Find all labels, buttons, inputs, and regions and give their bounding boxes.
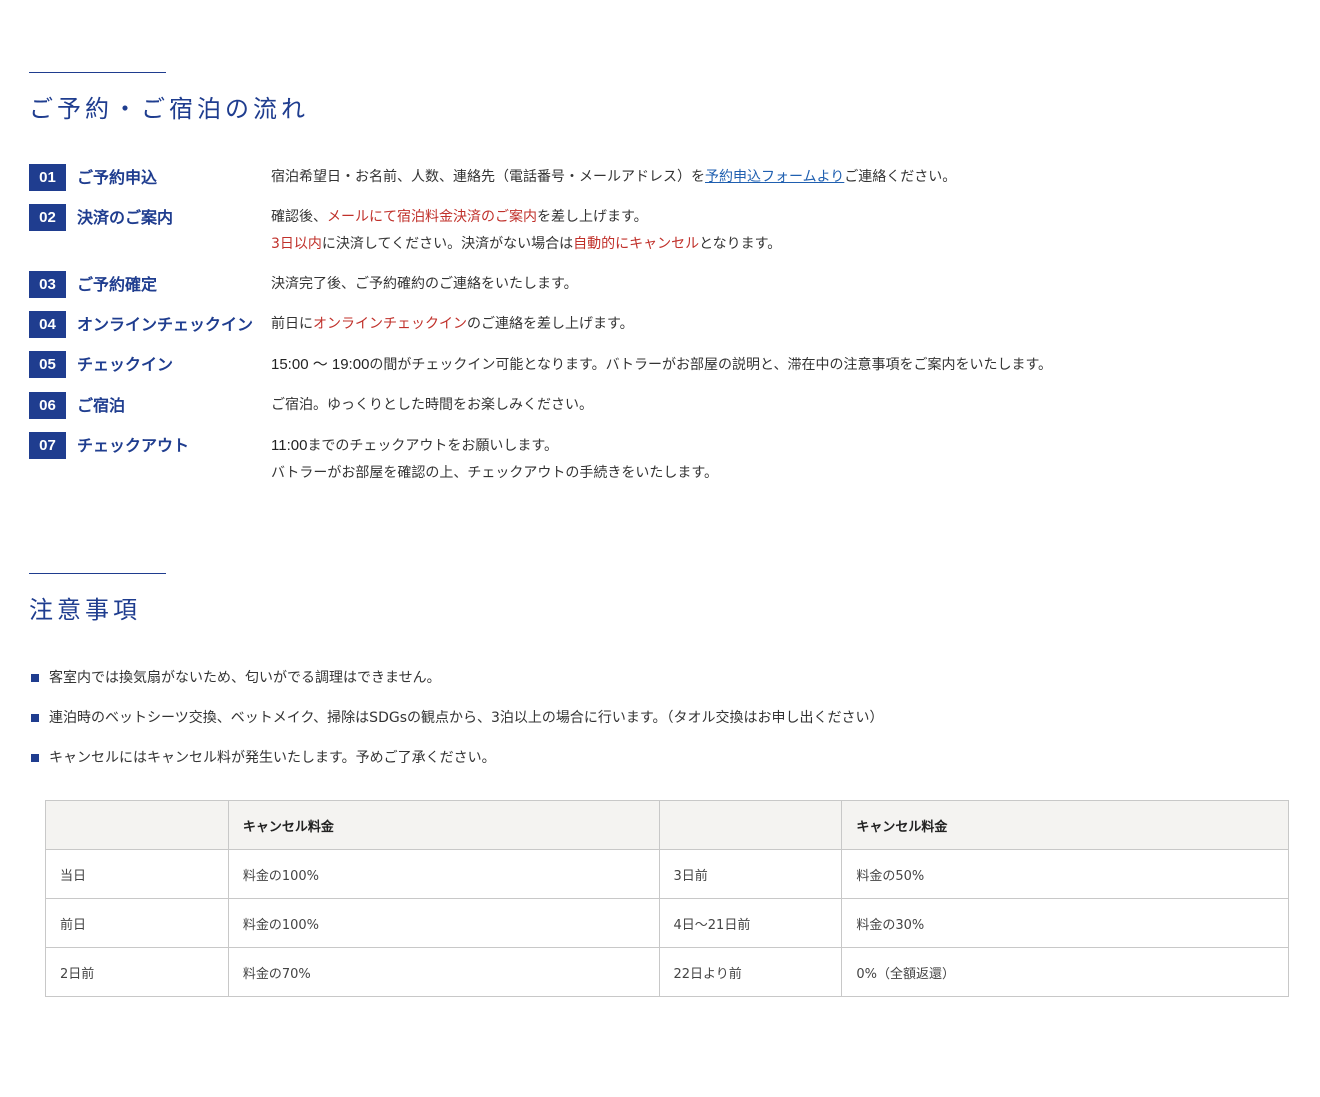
table-cell: 4日〜21日前 xyxy=(658,898,843,948)
table-row: 前日 料金の100% 4日〜21日前 料金の30% xyxy=(45,898,1289,948)
table-cell: 料金の70% xyxy=(227,947,660,997)
highlight-text: 自動的にキャンセル xyxy=(573,236,700,252)
section-title: 注意事項 xyxy=(29,596,141,624)
table-cell: 料金の50% xyxy=(841,849,1289,899)
desc-text: に決済してください。決済がない場合は xyxy=(321,236,574,252)
step-number: 05 xyxy=(29,351,66,378)
page: ご予約・ご宿泊の流れ 01 ご予約申込 宿泊希望日・お名前、人数、連絡先（電話番… xyxy=(0,0,1320,1097)
highlight-text: オンラインチェックイン xyxy=(313,316,467,332)
table-cell: 0%（全額返還） xyxy=(841,947,1289,997)
desc-text: ご連絡ください。 xyxy=(844,169,957,185)
step-description: 決済完了後、ご予約確約のご連絡をいたします。 xyxy=(261,271,578,298)
step-number: 01 xyxy=(29,164,66,191)
step-description: 前日にオンラインチェックインのご連絡を差し上げます。 xyxy=(261,311,634,338)
step-number: 03 xyxy=(29,271,66,298)
desc-text: バトラーがお部屋を確認の上、チェックアウトの手続きをいたします。 xyxy=(271,465,719,481)
step-04: 04 オンラインチェックイン 前日にオンラインチェックインのご連絡を差し上げます… xyxy=(29,311,1289,338)
step-number: 04 xyxy=(29,311,66,338)
step-number: 06 xyxy=(29,392,66,419)
step-03: 03 ご予約確定 決済完了後、ご予約確約のご連絡をいたします。 xyxy=(29,271,1289,298)
step-number: 02 xyxy=(29,204,66,231)
list-item: 客室内では換気扇がないため、匂いがでる調理はできません。 xyxy=(29,665,884,691)
section-rule xyxy=(29,573,166,574)
step-title: チェックアウト xyxy=(77,436,190,455)
table-header-cell: キャンセル料金 xyxy=(841,800,1289,850)
table-row: 当日 料金の100% 3日前 料金の50% xyxy=(45,849,1289,899)
section-title: ご予約・ご宿泊の流れ xyxy=(29,95,309,123)
bullet-square-icon xyxy=(31,674,39,682)
desc-text: ご宿泊。ゆっくりとした時間をお楽しみください。 xyxy=(271,397,593,413)
note-text: 客室内では換気扇がないため、匂いがでる調理はできません。 xyxy=(49,670,441,686)
note-text: 連泊時のベットシーツ交換、ベットメイク、掃除はSDGsの観点から、3泊以上の場合… xyxy=(49,710,884,726)
bullet-square-icon xyxy=(31,714,39,722)
desc-text: 前日に xyxy=(271,316,313,332)
step-description: 確認後、メールにて宿泊料金決済のご案内を差し上げます。 3日以内に決済してくださ… xyxy=(261,204,781,258)
table-cell: 料金の30% xyxy=(841,898,1289,948)
step-02: 02 決済のご案内 確認後、メールにて宿泊料金決済のご案内を差し上げます。 3日… xyxy=(29,204,1289,258)
desc-text: の間がチェックイン可能となります。バトラーがお部屋の説明と、滞在中の注意事項をご… xyxy=(369,357,1053,373)
step-description: 15:00 〜 19:00の間がチェックイン可能となります。バトラーがお部屋の説… xyxy=(261,351,1052,379)
table-header-row: キャンセル料金 キャンセル料金 xyxy=(45,800,1289,850)
step-number: 07 xyxy=(29,432,66,459)
step-title: チェックイン xyxy=(77,355,174,374)
step-title: ご宿泊 xyxy=(77,396,126,415)
section-rule xyxy=(29,72,166,73)
desc-text: までのチェックアウトをお願いします。 xyxy=(307,438,559,454)
table-cell: 料金の100% xyxy=(227,898,660,948)
step-description: 宿泊希望日・お名前、人数、連絡先（電話番号・メールアドレス）を予約申込フォームよ… xyxy=(261,164,956,191)
step-description: 11:00までのチェックアウトをお願いします。 バトラーがお部屋を確認の上、チェ… xyxy=(261,432,718,487)
reservation-form-link[interactable]: 予約申込フォームより xyxy=(705,169,844,185)
desc-text: 宿泊希望日・お名前、人数、連絡先（電話番号・メールアドレス）を xyxy=(271,169,705,185)
bullet-square-icon xyxy=(31,754,39,762)
step-title: オンラインチェックイン xyxy=(77,315,254,334)
step-title: ご予約申込 xyxy=(77,168,158,187)
checkout-time: 11:00 xyxy=(271,437,308,454)
step-title: 決済のご案内 xyxy=(77,208,174,227)
desc-text: 決済完了後、ご予約確約のご連絡をいたします。 xyxy=(271,276,578,292)
list-item: 連泊時のベットシーツ交換、ベットメイク、掃除はSDGsの観点から、3泊以上の場合… xyxy=(29,705,884,731)
table-row: 2日前 料金の70% 22日より前 0%（全額返還） xyxy=(45,947,1289,997)
step-07: 07 チェックアウト 11:00までのチェックアウトをお願いします。 バトラーが… xyxy=(29,432,1289,487)
notes-list: 客室内では換気扇がないため、匂いがでる調理はできません。 連泊時のベットシーツ交… xyxy=(29,665,884,785)
table-header-cell xyxy=(45,800,229,850)
table-cell: 当日 xyxy=(45,849,229,899)
table-cell: 22日より前 xyxy=(658,947,843,997)
table-cell: 2日前 xyxy=(45,947,229,997)
step-01: 01 ご予約申込 宿泊希望日・お名前、人数、連絡先（電話番号・メールアドレス）を… xyxy=(29,164,1289,191)
step-06: 06 ご宿泊 ご宿泊。ゆっくりとした時間をお楽しみください。 xyxy=(29,392,1289,419)
step-05: 05 チェックイン 15:00 〜 19:00の間がチェックイン可能となります。… xyxy=(29,351,1289,379)
highlight-text: 3日以内 xyxy=(271,236,322,252)
step-title: ご予約確定 xyxy=(77,275,158,294)
table-header-cell xyxy=(658,800,843,850)
highlight-text: メールにて宿泊料金決済のご案内 xyxy=(327,209,537,225)
step-list: 01 ご予約申込 宿泊希望日・お名前、人数、連絡先（電話番号・メールアドレス）を… xyxy=(29,164,1289,500)
desc-text: となります。 xyxy=(699,236,782,252)
note-text: キャンセルにはキャンセル料が発生いたします。予めご了承ください。 xyxy=(49,750,496,766)
table-cell: 料金の100% xyxy=(227,849,660,899)
cancellation-fee-table: キャンセル料金 キャンセル料金 当日 料金の100% 3日前 料金の50% 前日… xyxy=(45,800,1289,997)
table-cell: 3日前 xyxy=(658,849,843,899)
notes-section: 注意事項 客室内では換気扇がないため、匂いがでる調理はできません。 連泊時のベッ… xyxy=(29,573,1289,997)
table-header-cell: キャンセル料金 xyxy=(227,800,660,850)
desc-text: 確認後、 xyxy=(271,209,327,225)
desc-text: を差し上げます。 xyxy=(537,209,648,225)
table-cell: 前日 xyxy=(45,898,229,948)
list-item: キャンセルにはキャンセル料が発生いたします。予めご了承ください。 xyxy=(29,745,884,771)
reservation-flow-section: ご予約・ご宿泊の流れ 01 ご予約申込 宿泊希望日・お名前、人数、連絡先（電話番… xyxy=(29,72,1289,481)
step-description: ご宿泊。ゆっくりとした時間をお楽しみください。 xyxy=(261,392,593,419)
desc-text: のご連絡を差し上げます。 xyxy=(467,316,634,332)
checkin-time: 15:00 〜 19:00 xyxy=(271,356,370,373)
